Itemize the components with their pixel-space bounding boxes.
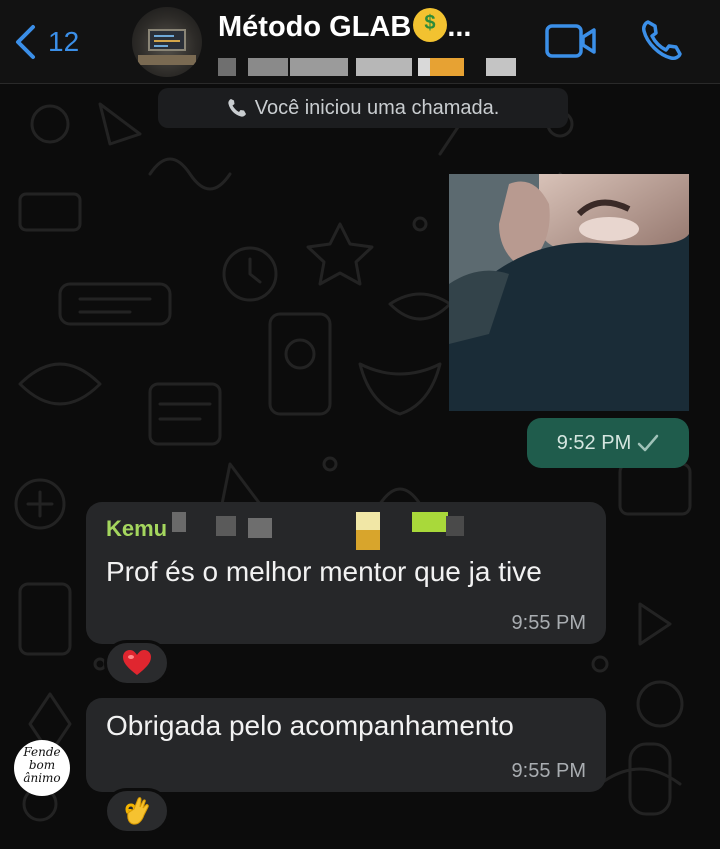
- incoming-message[interactable]: Obrigada pelo acompanhamento 9:55 PM: [86, 698, 606, 792]
- system-message-text: Você iniciou uma chamada.: [254, 96, 500, 119]
- reaction-ok-hand[interactable]: [104, 788, 170, 834]
- chat-title-ellipsis: ...: [447, 11, 472, 43]
- chevron-left-icon: [16, 25, 35, 59]
- outgoing-message-footer[interactable]: 9:52 PM: [527, 418, 689, 468]
- sender-avatar[interactable]: Fende bom ânimo: [14, 740, 70, 796]
- system-message: Você iniciou uma chamada.: [158, 88, 568, 128]
- chat-header: 12 Método GLAB...: [0, 0, 720, 84]
- phone-icon: [228, 99, 246, 117]
- red-heart-icon: [123, 650, 151, 675]
- chat-title[interactable]: Método GLAB...: [218, 8, 471, 44]
- unread-count: 12: [48, 26, 80, 57]
- message-text: Obrigada pelo acompanhamento: [106, 710, 514, 741]
- chat-title-text: Método GLAB: [218, 11, 412, 43]
- check-icon: [637, 434, 659, 452]
- back-button[interactable]: 12: [14, 20, 79, 64]
- message-time: 9:55 PM: [511, 760, 586, 782]
- phone-icon: [642, 20, 682, 60]
- voice-call-button[interactable]: [640, 18, 684, 67]
- money-mouth-face-icon: [413, 8, 448, 42]
- photo-thumbnail: [449, 174, 689, 411]
- outgoing-photo[interactable]: [449, 174, 689, 411]
- message-time: 9:55 PM: [511, 612, 586, 634]
- sender-name: Kemu: [106, 516, 168, 541]
- reaction-heart[interactable]: [104, 640, 170, 686]
- video-call-button[interactable]: [545, 22, 597, 65]
- message-text: Prof és o melhor mentor que ja tive: [106, 556, 542, 587]
- outgoing-time: 9:52 PM: [556, 431, 632, 454]
- ok-hand-icon: [125, 797, 149, 825]
- incoming-message[interactable]: Kemu Prof és o melhor mentor que ja tive…: [86, 502, 606, 644]
- redacted-participants: [218, 58, 518, 76]
- group-avatar[interactable]: [132, 7, 202, 77]
- video-camera-icon: [545, 24, 596, 58]
- sender-avatar-text: Fende bom ânimo: [23, 745, 61, 785]
